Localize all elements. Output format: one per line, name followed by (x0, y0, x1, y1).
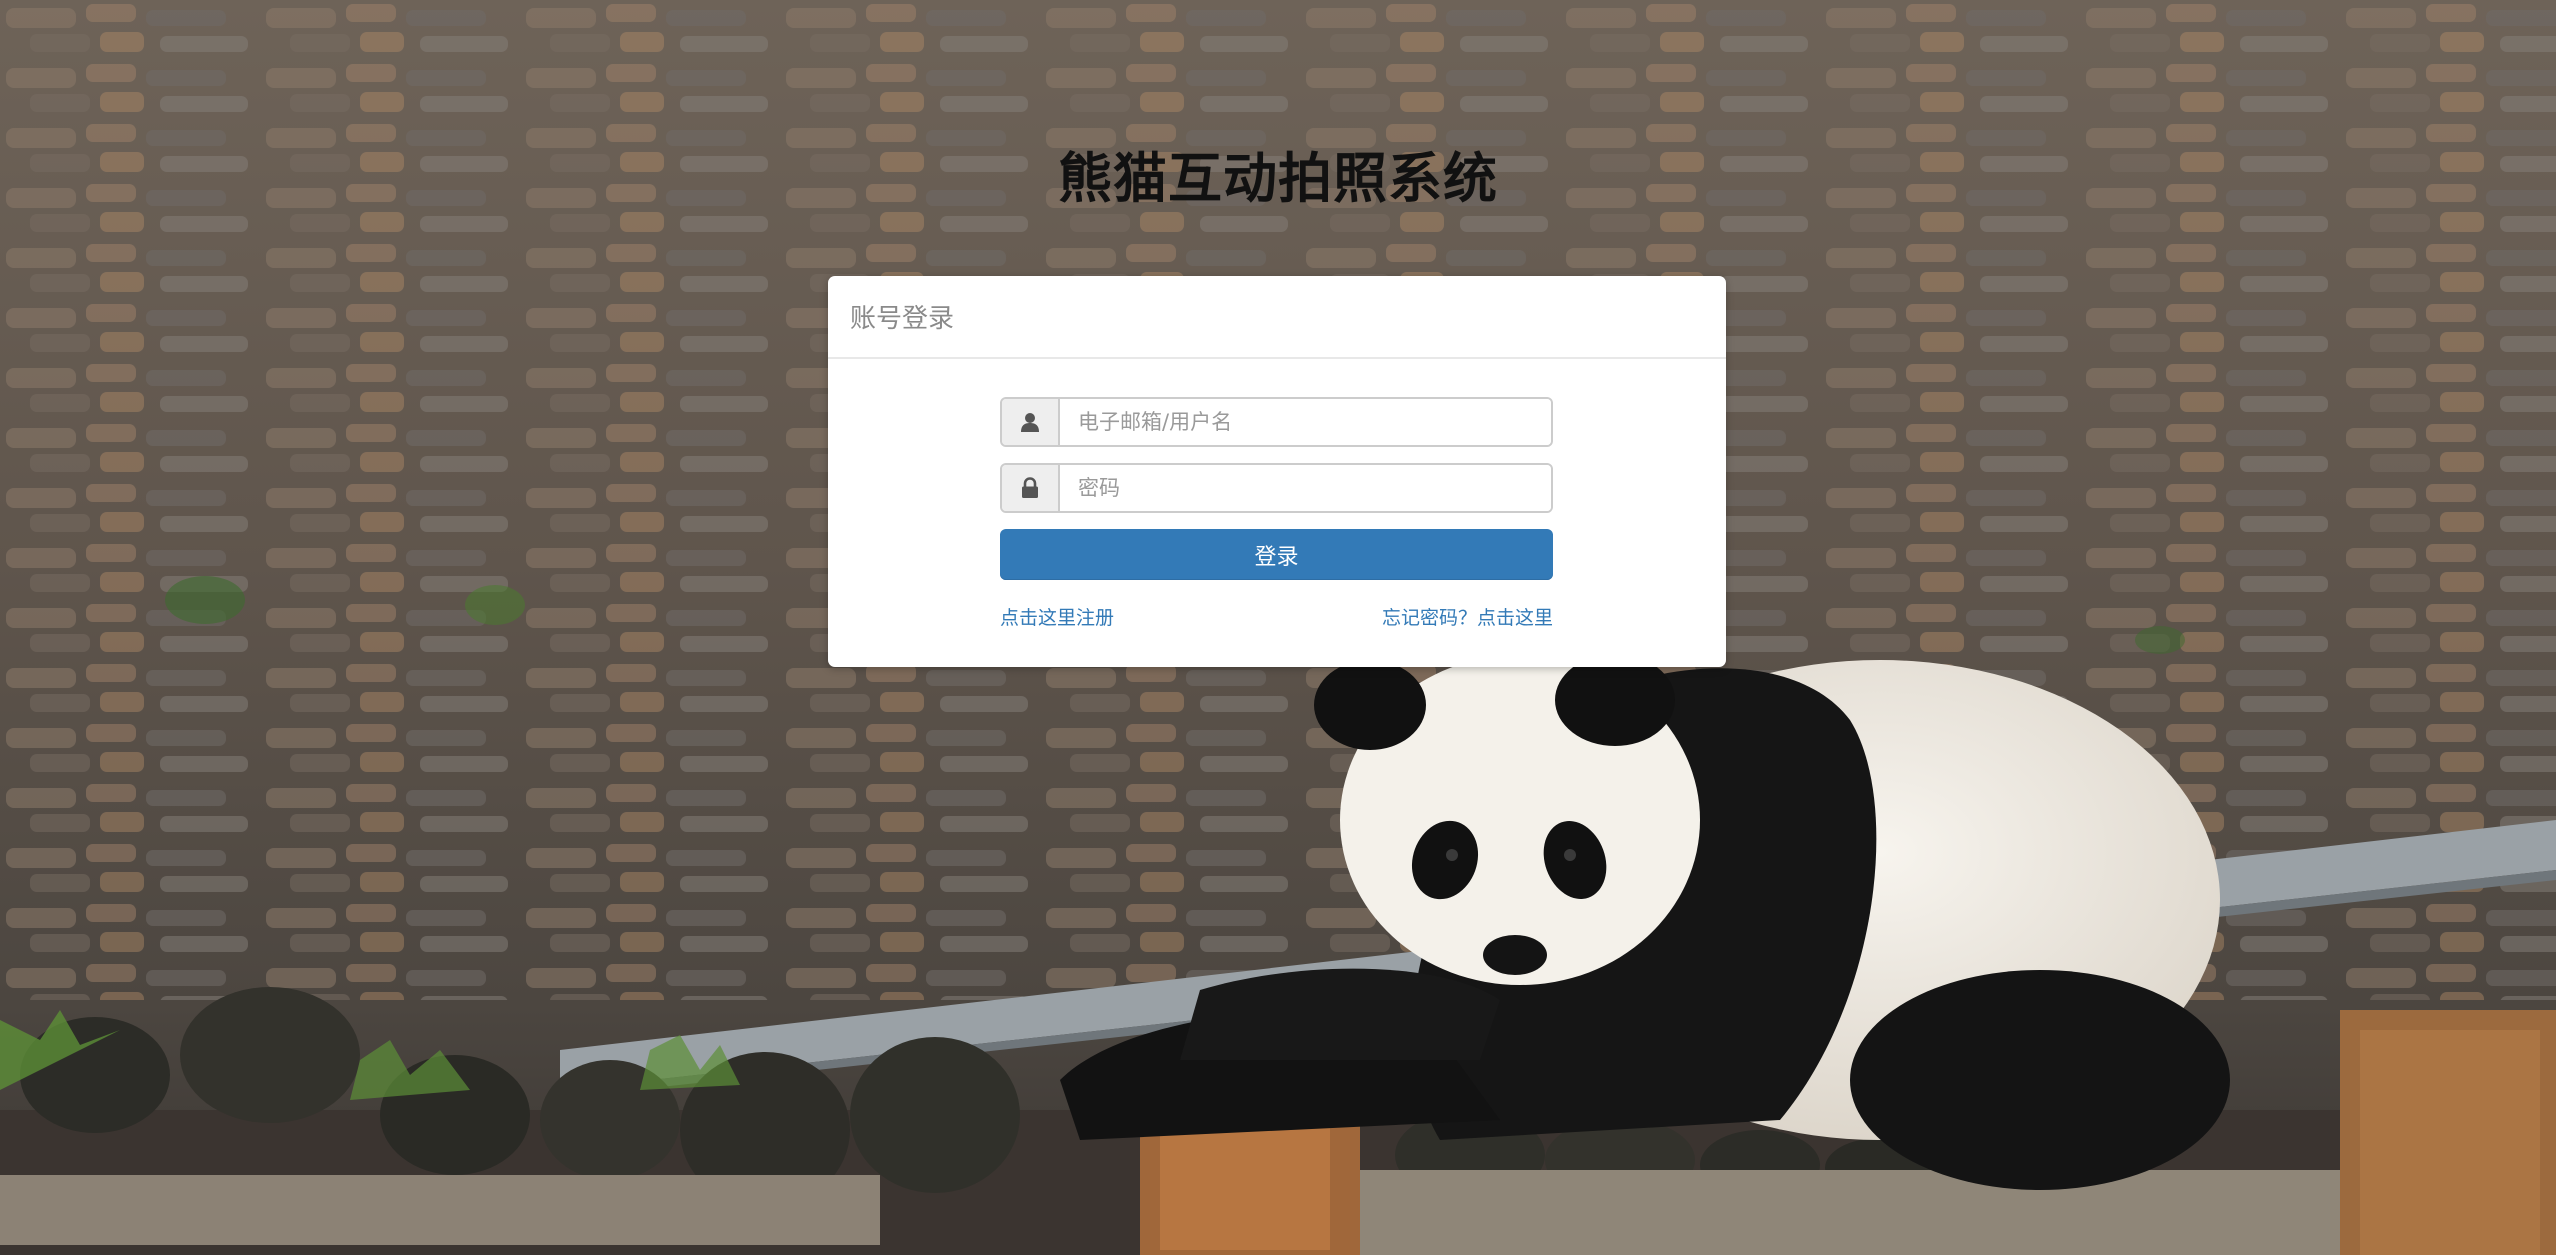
login-page: 熊猫互动拍照系统 账号登录 电子邮箱/用户名 登录 点击这里注册 忘记密码？点击… (0, 0, 2556, 1255)
username-input-group (1000, 397, 1553, 447)
login-panel: 账号登录 登录 (828, 276, 1726, 667)
forgot-password-link[interactable]: 忘记密码？点击这里 (1382, 604, 1553, 632)
user-icon (1002, 399, 1060, 445)
site-title: 熊猫互动拍照系统 (1058, 147, 1498, 210)
password-input[interactable] (1060, 465, 1551, 511)
username-input[interactable] (1060, 399, 1551, 445)
login-form: 登录 点击这里注册 忘记密码？点击这里 (828, 359, 1726, 665)
panel-heading: 账号登录 (828, 276, 1726, 359)
password-input-group (1000, 463, 1553, 513)
register-link[interactable]: 点击这里注册 (1000, 604, 1114, 632)
login-button[interactable]: 登录 (1000, 529, 1553, 580)
lock-icon (1002, 465, 1060, 511)
